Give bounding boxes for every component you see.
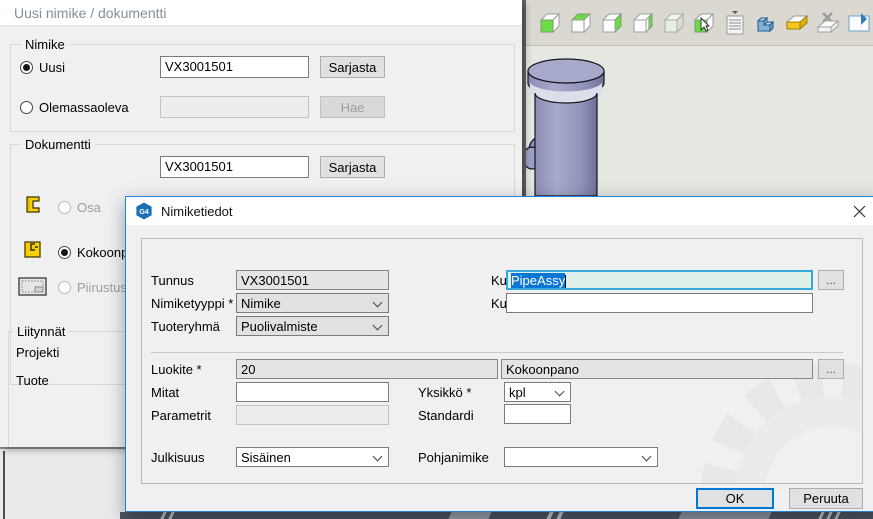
mitat-field[interactable] [236, 382, 389, 402]
julkisuus-dropdown[interactable]: Sisäinen [236, 447, 389, 467]
background-window-edge [3, 451, 5, 519]
tuote-label: Tuote [16, 373, 49, 388]
sarjasta-button-dokumentti[interactable]: Sarjasta [320, 156, 385, 178]
kuvaus2-field[interactable] [506, 293, 813, 313]
standardi-field[interactable] [504, 404, 571, 424]
pohjanimike-dropdown[interactable] [504, 447, 658, 467]
tunnus-label: Tunnus [151, 273, 194, 288]
item-details-dialog: G4 Nimiketiedot Tunnus VX3001501 Kuvaus … [125, 196, 873, 512]
cube-solid-icon[interactable] [659, 7, 688, 39]
radio-uusi[interactable] [20, 61, 33, 74]
pohjanimike-label: Pohjanimike [418, 450, 489, 465]
kuvaus-browse-button[interactable]: ... [818, 270, 844, 290]
nimike-group-legend: Nimike [21, 37, 69, 52]
parametrit-field [236, 405, 389, 425]
uusi-item-id-field[interactable]: VX3001501 [160, 56, 309, 78]
parametrit-label: Parametrit [151, 408, 211, 423]
cube-top-face-icon[interactable] [567, 7, 596, 39]
luokite-name-field: Kokoonpano [501, 359, 813, 379]
chevron-down-icon [555, 387, 565, 397]
chevron-down-icon [373, 298, 383, 308]
chevron-down-icon [642, 452, 652, 462]
radio-uusi-label: Uusi [39, 60, 65, 75]
radio-osa-label: Osa [77, 200, 101, 215]
kuvaus-field[interactable]: PipeAssy [506, 270, 813, 290]
pipe-part-3d-model [526, 55, 608, 196]
tunnus-field: VX3001501 [236, 270, 389, 290]
liitynnat-group-legend: Liitynnät [13, 324, 69, 339]
delete-face-icon[interactable] [813, 7, 842, 39]
projekti-label: Projekti [16, 345, 59, 360]
nimiketyyppi-label: Nimiketyyppi * [151, 296, 233, 311]
radio-osa [58, 201, 71, 214]
item-details-title: Nimiketiedot [161, 204, 233, 219]
select-face-icon[interactable] [690, 7, 719, 39]
drawing-icon [18, 277, 48, 302]
luokite-code-field: 20 [236, 359, 498, 379]
workplane-tray-icon[interactable] [783, 7, 812, 39]
radio-olemassaoleva[interactable] [20, 101, 33, 114]
luokite-label: Luokite * [151, 362, 202, 377]
g4-logo-icon: G4 [135, 202, 153, 220]
feature-list-icon[interactable] [721, 7, 750, 39]
gear-watermark-icon [632, 323, 863, 484]
tuoteryhma-dropdown[interactable]: Puolivalmiste [236, 316, 389, 336]
background-content-strip [120, 512, 873, 519]
close-icon[interactable] [852, 204, 866, 218]
chevron-down-icon [373, 321, 383, 331]
text-caret [565, 275, 566, 288]
screen: Uusi nimike / dokumentti Nimike Uusi VX3… [0, 0, 873, 519]
yksikko-dropdown[interactable]: kpl [504, 382, 571, 402]
mitat-label: Mitat [151, 385, 179, 400]
document-id-field[interactable]: VX3001501 [160, 156, 309, 178]
kuvaus-selected-text: PipeAssy [511, 273, 565, 288]
corner-block-icon[interactable] [752, 7, 781, 39]
radio-olemassaoleva-label: Olemassaoleva [39, 100, 129, 115]
svg-text:G4: G4 [139, 207, 149, 216]
radio-piirustus-label: Piirustus [77, 280, 127, 295]
yksikko-label: Yksikkö * [418, 385, 471, 400]
sarjasta-button-nimike[interactable]: Sarjasta [320, 56, 385, 78]
item-details-titlebar: G4 Nimiketiedot [126, 197, 873, 225]
cad-viewport[interactable] [526, 47, 873, 196]
hae-button: Hae [320, 96, 385, 118]
cad-window [522, 0, 873, 196]
olemassaoleva-field [160, 96, 309, 118]
cube-back-face-icon[interactable] [628, 7, 657, 39]
cube-right-face-icon[interactable] [598, 7, 627, 39]
background-window [0, 447, 130, 519]
radio-kokoonpano[interactable] [58, 246, 71, 259]
new-item-dialog-title: Uusi nimike / dokumentti [14, 5, 167, 21]
julkisuus-label: Julkisuus [151, 450, 204, 465]
dokumentti-group-legend: Dokumentti [21, 137, 95, 152]
standardi-label: Standardi [418, 408, 474, 423]
luokite-browse-button[interactable]: ... [818, 359, 844, 379]
nimiketyyppi-dropdown[interactable]: Nimike [236, 293, 389, 313]
part-icon [24, 195, 44, 220]
cad-toolbar [526, 0, 873, 46]
tuoteryhma-label: Tuoteryhmä [151, 319, 220, 334]
assembly-icon [22, 239, 44, 266]
cube-front-face-icon[interactable] [536, 7, 565, 39]
radio-piirustus [58, 281, 71, 294]
paste-board-icon[interactable] [844, 7, 873, 39]
cancel-button[interactable]: Peruuta [789, 488, 863, 509]
ok-button[interactable]: OK [696, 488, 774, 509]
separator-line [151, 352, 843, 353]
chevron-down-icon [373, 452, 383, 462]
